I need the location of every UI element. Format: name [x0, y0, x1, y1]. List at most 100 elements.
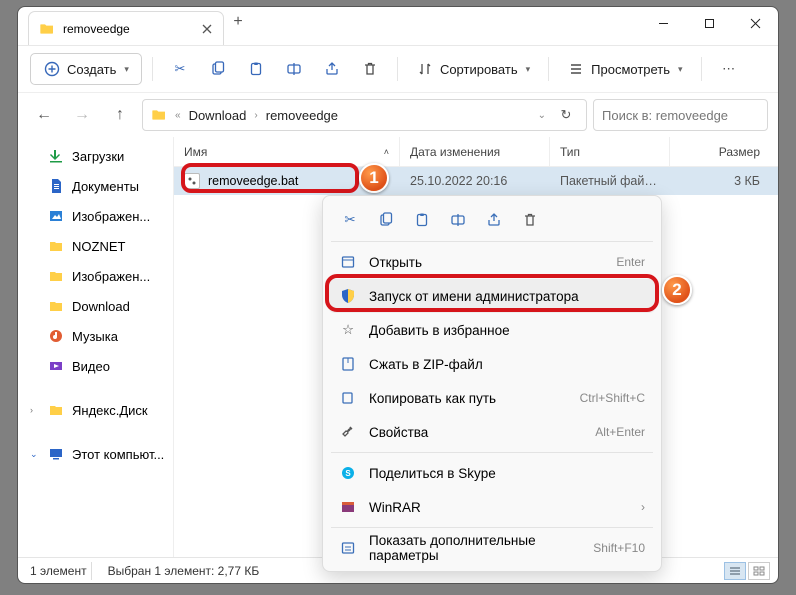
ctx-more-options[interactable]: Показать дополнительные параметры Shift+… — [329, 531, 655, 565]
ctx-properties[interactable]: Свойства Alt+Enter — [329, 415, 655, 449]
view-icons-button[interactable] — [748, 562, 770, 580]
column-type[interactable]: Тип — [550, 137, 670, 166]
shield-icon — [339, 287, 357, 305]
breadcrumb-download[interactable]: Download — [189, 108, 247, 123]
ctx-delete-button[interactable] — [513, 205, 547, 235]
back-button[interactable]: ← — [28, 99, 60, 131]
sidebar-item-music[interactable]: Музыка — [18, 321, 173, 351]
sidebar-item-yandex[interactable]: ›Яндекс.Диск — [18, 395, 173, 425]
maximize-button[interactable] — [686, 7, 732, 39]
ctx-rename-button[interactable] — [441, 205, 475, 235]
forward-button[interactable]: → — [66, 99, 98, 131]
chevron-right-icon: › — [641, 500, 645, 514]
new-tab-button[interactable]: + — [224, 13, 252, 31]
ctx-paste-button[interactable] — [405, 205, 439, 235]
chevron-right-icon: › — [254, 110, 257, 121]
folder-icon — [39, 21, 55, 37]
ctx-run-as-admin[interactable]: Запуск от имени администратора — [329, 279, 655, 313]
chevron-down-icon[interactable]: ⌄ — [30, 449, 40, 460]
create-button[interactable]: Создать ▾ — [30, 53, 142, 85]
sidebar-item-download[interactable]: Download — [18, 291, 173, 321]
search-placeholder: Поиск в: removeedge — [602, 108, 728, 123]
up-button[interactable]: ↑ — [104, 99, 136, 131]
sort-label: Сортировать — [440, 62, 518, 77]
copy-button[interactable] — [201, 53, 235, 85]
breadcrumb-removeedge[interactable]: removeedge — [266, 108, 338, 123]
minimize-button[interactable] — [640, 7, 686, 39]
column-date[interactable]: Дата изменения — [400, 137, 550, 166]
open-icon — [339, 253, 357, 271]
view-button[interactable]: Просмотреть ▾ — [559, 53, 690, 85]
ctx-share-button[interactable] — [477, 205, 511, 235]
sidebar-item-this-pc[interactable]: ⌄Этот компьют... — [18, 439, 173, 469]
chevron-right-icon[interactable]: › — [30, 405, 40, 415]
ctx-favorite[interactable]: ☆ Добавить в избранное — [329, 313, 655, 347]
close-tab-icon[interactable] — [201, 23, 213, 35]
tab-removeedge[interactable]: removeedge — [28, 11, 224, 45]
sidebar-item-video[interactable]: Видео — [18, 351, 173, 381]
chevron-down-icon[interactable]: ⌄ — [538, 110, 546, 121]
copypath-icon — [339, 389, 357, 407]
context-quick-actions: ✂ — [329, 202, 655, 238]
trash-icon — [361, 60, 379, 78]
video-icon — [48, 358, 64, 374]
create-label: Создать — [67, 62, 116, 77]
view-details-button[interactable] — [724, 562, 746, 580]
image-icon — [48, 208, 64, 224]
ctx-cut-button[interactable]: ✂ — [333, 205, 367, 235]
wrench-icon — [339, 423, 357, 441]
column-size[interactable]: Размер — [670, 137, 778, 166]
skype-icon: S — [339, 464, 357, 482]
share-icon — [323, 60, 341, 78]
bat-file-icon — [184, 173, 200, 189]
paste-icon — [247, 60, 265, 78]
folder-icon — [48, 268, 64, 284]
chevron-down-icon: ▾ — [526, 64, 531, 75]
ctx-winrar[interactable]: WinRAR › — [329, 490, 655, 524]
ctx-copy-path[interactable]: Копировать как путь Ctrl+Shift+C — [329, 381, 655, 415]
music-icon — [48, 328, 64, 344]
search-input[interactable]: Поиск в: removeedge — [593, 99, 768, 131]
sidebar-item-documents[interactable]: Документы — [18, 171, 173, 201]
window-controls — [640, 7, 778, 39]
status-selection: Выбран 1 элемент: 2,77 КБ — [104, 562, 264, 580]
paste-button[interactable] — [239, 53, 273, 85]
address-bar[interactable]: « Download › removeedge ⌄ ↻ — [142, 99, 587, 131]
file-date: 25.10.2022 20:16 — [400, 174, 550, 188]
ctx-zip[interactable]: Сжать в ZIP-файл — [329, 347, 655, 381]
context-menu: ✂ Открыть Enter Запуск от имени админист… — [322, 195, 662, 572]
ctx-open[interactable]: Открыть Enter — [329, 245, 655, 279]
more-button[interactable]: ⋯ — [712, 53, 746, 85]
file-row[interactable]: removeedge.bat 25.10.2022 20:16 Пакетный… — [174, 167, 778, 195]
view-label: Просмотреть — [591, 62, 670, 77]
delete-button[interactable] — [353, 53, 387, 85]
star-icon: ☆ — [339, 321, 357, 339]
ctx-skype[interactable]: S Поделиться в Skype — [329, 456, 655, 490]
address-row: ← → ↑ « Download › removeedge ⌄ ↻ Поиск … — [18, 93, 778, 137]
sidebar-item-downloads[interactable]: Загрузки — [18, 141, 173, 171]
close-button[interactable] — [732, 7, 778, 39]
download-icon — [48, 148, 64, 164]
chevron-icon: « — [175, 110, 181, 121]
column-name[interactable]: Имя˄ — [174, 137, 400, 166]
cut-button[interactable]: ✂ — [163, 53, 197, 85]
share-button[interactable] — [315, 53, 349, 85]
pc-icon — [48, 446, 64, 462]
annotation-badge-2: 2 — [662, 275, 692, 305]
sidebar-item-images-1[interactable]: Изображен... — [18, 201, 173, 231]
winrar-icon — [339, 498, 357, 516]
sort-button[interactable]: Сортировать ▾ — [408, 53, 538, 85]
toolbar: Создать ▾ ✂ Сортировать ▾ Просмотреть ▾ … — [18, 45, 778, 93]
view-icon — [567, 60, 585, 78]
ellipsis-icon: ⋯ — [720, 60, 738, 78]
rename-button[interactable] — [277, 53, 311, 85]
chevron-down-icon: ▾ — [124, 64, 129, 75]
sidebar: Загрузки Документы Изображен... NOZNET И… — [18, 137, 174, 557]
folder-icon — [48, 298, 64, 314]
column-headers: Имя˄ Дата изменения Тип Размер — [174, 137, 778, 167]
sidebar-item-images-2[interactable]: Изображен... — [18, 261, 173, 291]
sidebar-item-noznet[interactable]: NOZNET — [18, 231, 173, 261]
refresh-button[interactable]: ↻ — [554, 107, 578, 123]
ctx-copy-button[interactable] — [369, 205, 403, 235]
title-bar: removeedge + — [18, 7, 778, 45]
